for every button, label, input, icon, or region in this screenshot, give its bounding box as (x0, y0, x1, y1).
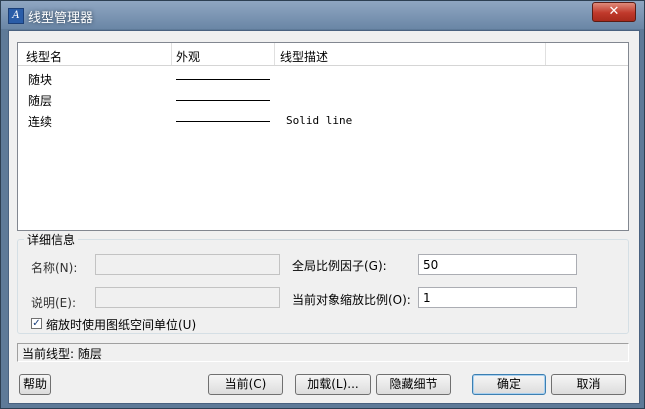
app-icon: A (8, 8, 24, 24)
set-current-button[interactable]: 当前(C) (208, 374, 283, 395)
details-group-title: 详细信息 (24, 231, 79, 248)
linetype-preview-line (176, 121, 270, 122)
details-group: 详细信息 名称(N): 说明(E): 全局比例因子(G): 50 当前对象缩放比… (17, 231, 629, 334)
column-divider[interactable] (545, 43, 546, 65)
dialog-body: 线型名 外观 线型描述 随块 随层 连续 Solid line 详细信息 名称(… (8, 30, 640, 404)
linetype-manager-window: A 线型管理器 ✕ 线型名 外观 线型描述 随块 随层 连续 Solid lin… (0, 0, 645, 409)
description-label: 说明(E): (31, 296, 76, 310)
window-title: 线型管理器 (28, 11, 94, 26)
global-scale-input[interactable]: 50 (418, 254, 577, 275)
status-bar: 当前线型: 随层 (17, 343, 629, 362)
hide-details-button[interactable]: 隐藏细节 (376, 374, 451, 395)
name-field (95, 254, 280, 275)
linetype-name: 随块 (28, 73, 53, 87)
list-item[interactable]: 随块 (18, 68, 628, 88)
column-divider[interactable] (274, 43, 275, 65)
list-item[interactable]: 连续 Solid line (18, 110, 628, 130)
list-item[interactable]: 随层 (18, 89, 628, 109)
current-scale-label: 当前对象缩放比例(O): (292, 293, 411, 307)
linetype-list[interactable]: 线型名 外观 线型描述 随块 随层 连续 Solid line (17, 42, 629, 231)
load-button[interactable]: 加载(L)... (295, 374, 371, 395)
current-linetype-text: 当前线型: 随层 (22, 347, 102, 361)
column-header-name[interactable]: 线型名 (26, 48, 62, 65)
column-divider[interactable] (171, 43, 172, 65)
linetype-preview-line (176, 79, 270, 80)
global-scale-label: 全局比例因子(G): (292, 259, 387, 273)
description-field (95, 287, 280, 308)
column-header-appearance[interactable]: 外观 (176, 48, 200, 65)
close-button[interactable]: ✕ (592, 2, 636, 22)
linetype-preview-line (176, 100, 270, 101)
title-bar[interactable]: A 线型管理器 ✕ (1, 1, 644, 29)
linetype-name: 连续 (28, 115, 53, 129)
linetype-description: Solid line (286, 114, 353, 127)
linetype-name: 随层 (28, 94, 53, 108)
list-header: 线型名 外观 线型描述 (18, 43, 628, 66)
column-header-description[interactable]: 线型描述 (280, 48, 328, 65)
cancel-button[interactable]: 取消 (551, 374, 626, 395)
current-scale-input[interactable]: 1 (418, 287, 577, 308)
help-button[interactable]: 帮助 (19, 374, 51, 395)
name-label: 名称(N): (31, 261, 78, 275)
paper-units-checkbox[interactable]: ✓ (31, 318, 42, 329)
paper-units-label[interactable]: 缩放时使用图纸空间单位(U) (46, 316, 196, 333)
ok-button[interactable]: 确定 (472, 374, 546, 395)
